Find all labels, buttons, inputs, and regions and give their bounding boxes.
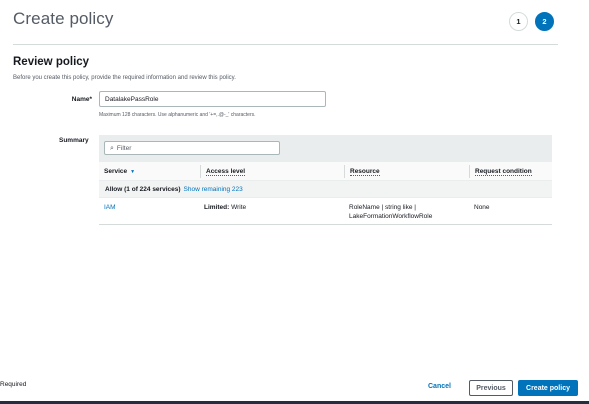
column-header-request-condition[interactable]: Request condition — [469, 165, 552, 178]
service-link-iam[interactable]: IAM — [104, 203, 116, 212]
resource-cell: RoleName | string like | LakeFormationWo… — [349, 203, 432, 221]
access-level-value: Write — [229, 204, 247, 211]
required-note: Required — [0, 381, 27, 388]
access-level-cell: Limited: Write — [204, 203, 246, 212]
caret-down-icon[interactable]: ▼ — [130, 169, 135, 175]
step-indicator-2-active: 2 — [535, 12, 554, 31]
name-constraint-hint: Maximum 128 characters. Use alphanumeric… — [99, 112, 256, 118]
filter-bar: ⌕ — [99, 135, 552, 162]
title-divider — [13, 44, 558, 45]
column-header-access-level[interactable]: Access level — [200, 165, 345, 178]
page-title: Create policy — [13, 9, 114, 28]
column-header-resource-label: Resource — [350, 167, 380, 176]
previous-button[interactable]: Previous — [469, 380, 513, 396]
section-title: Review policy — [13, 56, 90, 68]
column-header-service[interactable]: Service ▼ — [99, 162, 199, 181]
allow-group-label: Allow (1 of 224 services) — [105, 185, 181, 193]
cancel-button[interactable]: Cancel — [428, 383, 451, 390]
resource-line-1: RoleName | string like | — [349, 204, 416, 211]
request-condition-cell: None — [474, 204, 490, 211]
access-level-strong: Limited: — [204, 204, 230, 211]
search-icon: ⌕ — [110, 144, 114, 152]
table-row: IAM Limited: Write RoleName | string lik… — [99, 198, 552, 225]
filter-input[interactable] — [116, 144, 267, 152]
show-remaining-link[interactable]: Show remaining 223 — [184, 186, 243, 193]
column-header-resource[interactable]: Resource — [344, 165, 469, 178]
create-policy-button[interactable]: Create policy — [518, 380, 578, 396]
allow-group-row: Allow (1 of 224 services) Show remaining… — [99, 181, 552, 198]
summary-table: ⌕ Service ▼ Access level Resource Reques… — [99, 135, 552, 225]
filter-field[interactable]: ⌕ — [104, 141, 280, 155]
column-header-access-level-label: Access level — [206, 167, 246, 176]
column-header-service-label: Service — [104, 168, 128, 175]
policy-name-input[interactable] — [99, 91, 326, 107]
name-label: Name* — [71, 96, 92, 103]
column-header-request-condition-label: Request condition — [475, 167, 532, 176]
step-indicator-1: 1 — [509, 12, 528, 31]
resource-line-2: LakeFormationWorkflowRole — [349, 213, 433, 220]
summary-label: Summary — [59, 137, 89, 144]
table-header: Service ▼ Access level Resource Request … — [99, 162, 552, 181]
section-description: Before you create this policy, provide t… — [13, 75, 236, 81]
